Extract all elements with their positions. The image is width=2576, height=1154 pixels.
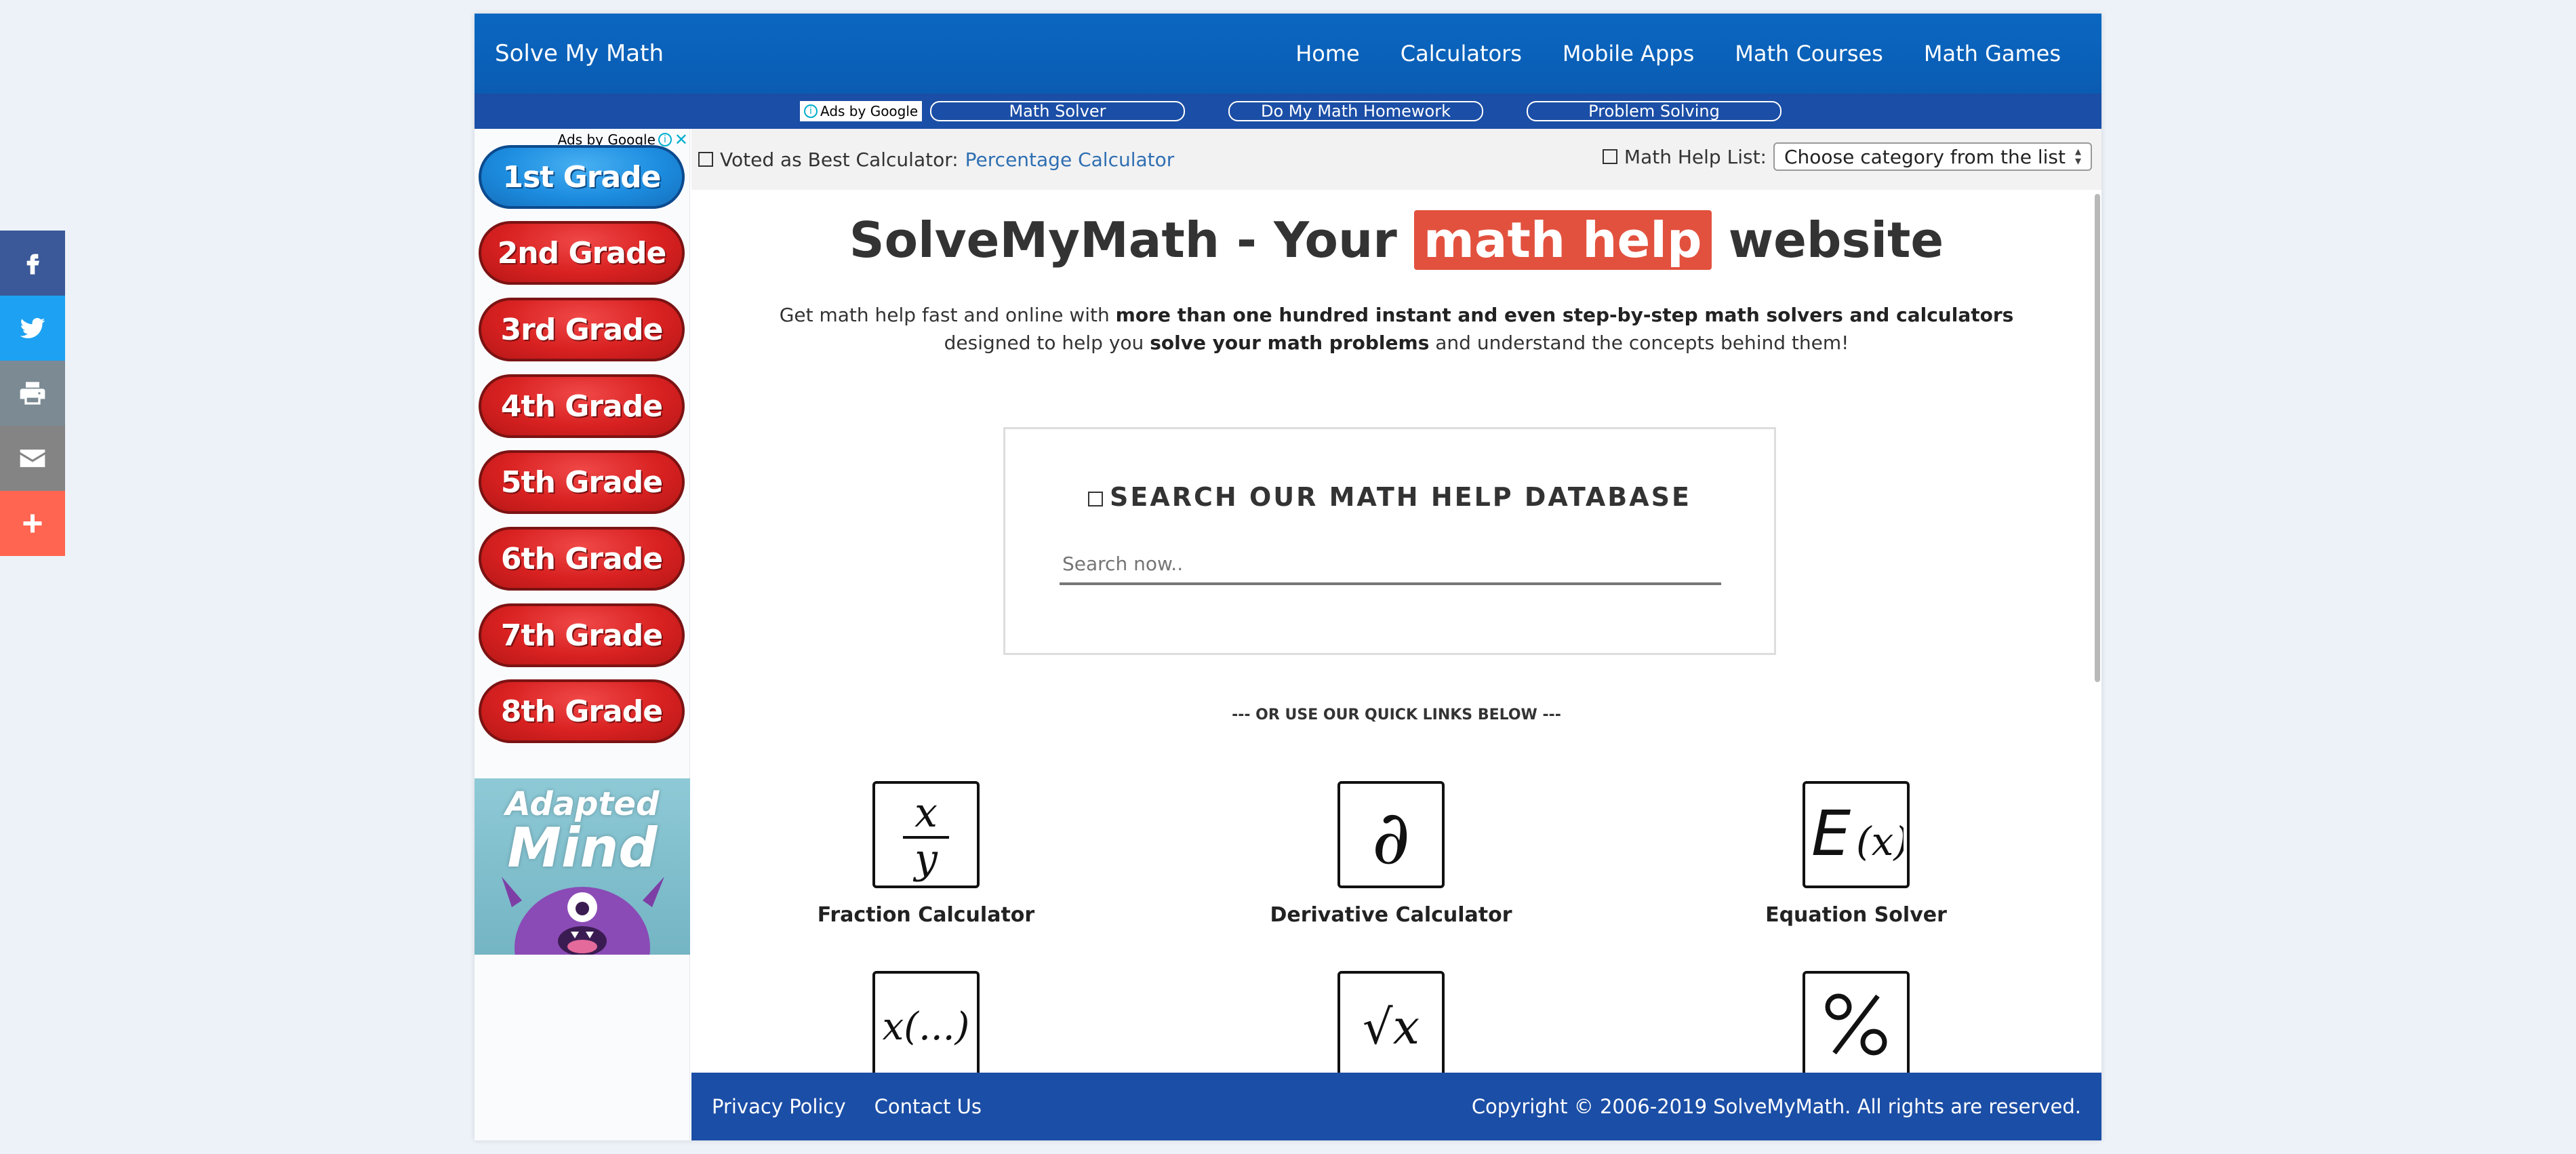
page-title: SolveMyMath - Your math help website (691, 210, 2101, 270)
main-content: Voted as Best Calculator: Percentage Cal… (691, 129, 2101, 1086)
twitter-share-button[interactable] (0, 296, 65, 361)
grade-button-8[interactable]: 8th Grade (479, 679, 685, 743)
ads-by-google-badge[interactable]: i Ads by Google (800, 101, 923, 121)
function-icon[interactable]: x(...) (872, 971, 980, 1078)
ad-link-bar: i Ads by Google Math Solver Do My Math H… (475, 94, 2101, 129)
search-title-icon (1088, 491, 1104, 506)
nav-math-games[interactable]: Math Games (1904, 41, 2081, 66)
math-help-list: Math Help List: Choose category from the… (1602, 142, 2092, 171)
contact-us-link[interactable]: Contact Us (874, 1095, 982, 1118)
ad-link-math-solver[interactable]: Math Solver (930, 101, 1185, 121)
percentage-calculator-link[interactable]: Percentage Calculator (965, 148, 1175, 171)
ad-link-problem-solving[interactable]: Problem Solving (1527, 101, 1782, 121)
main-menu: Home Calculators Mobile Apps Math Course… (1275, 41, 2081, 66)
grade-button-7[interactable]: 7th Grade (479, 603, 685, 667)
tile-equation-solver[interactable]: E(x) Equation Solver (1720, 781, 1992, 927)
svg-text:y: y (912, 835, 938, 882)
grade-button-3[interactable]: 3rd Grade (479, 298, 685, 361)
grade-button-6[interactable]: 6th Grade (479, 527, 685, 591)
twitter-icon (20, 318, 45, 338)
title-after: website (1711, 212, 1944, 268)
tile-percent[interactable] (1720, 971, 1992, 1086)
calculator-icon (698, 152, 713, 167)
title-highlight: math help (1413, 210, 1712, 270)
more-share-button[interactable] (0, 491, 65, 556)
ad-link-do-my-math-homework[interactable]: Do My Math Homework (1228, 101, 1483, 121)
square-root-icon[interactable]: √x (1337, 971, 1445, 1078)
social-share-bar (0, 231, 65, 556)
svg-text:(x): (x) (1856, 818, 1904, 864)
facebook-share-button[interactable] (0, 231, 65, 296)
quick-links-heading: --- OR USE OUR QUICK LINKS BELOW --- (1232, 707, 1561, 723)
nav-home[interactable]: Home (1275, 41, 1380, 66)
search-input[interactable] (1060, 544, 1721, 585)
close-icon[interactable]: ✕ (675, 130, 688, 149)
title-before: SolveMyMath - Your (849, 212, 1414, 268)
print-share-button[interactable] (0, 361, 65, 426)
category-select[interactable]: Choose category from the list ▴ ▾ (1773, 142, 2092, 171)
select-arrows-icon: ▴ ▾ (2074, 144, 2081, 168)
left-advertisement: Ads by Google i ✕ 1st Grade 2nd Grade 3r… (475, 129, 690, 1140)
tile-label[interactable]: Derivative Calculator (1255, 903, 1527, 927)
nav-mobile-apps[interactable]: Mobile Apps (1542, 41, 1714, 66)
adapted-mind-line2: Mind (507, 816, 658, 879)
top-navbar: Solve My Math Home Calculators Mobile Ap… (475, 14, 2101, 94)
tile-fraction-calculator[interactable]: xy Fraction Calculator (790, 781, 1062, 927)
privacy-policy-link[interactable]: Privacy Policy (712, 1095, 846, 1118)
intro-text: Get math help fast and online with more … (773, 301, 2020, 357)
copyright-text: Copyright © 2006-2019 SolveMyMath. All r… (1471, 1095, 2081, 1118)
voted-bar: Voted as Best Calculator: Percentage Cal… (691, 129, 2101, 190)
svg-text:E: E (1811, 797, 1851, 870)
footer: Privacy Policy Contact Us Copyright © 20… (691, 1073, 2101, 1140)
site-brand[interactable]: Solve My Math (495, 40, 664, 67)
tile-square-root[interactable]: √x (1255, 971, 1527, 1086)
fraction-icon[interactable]: xy (872, 781, 980, 888)
svg-text:x: x (914, 789, 938, 837)
monster-mascot-icon (502, 877, 664, 955)
grade-button-2[interactable]: 2nd Grade (479, 221, 685, 285)
svg-text:√x: √x (1363, 999, 1420, 1055)
tile-label[interactable]: Equation Solver (1720, 903, 1992, 927)
svg-text:∂: ∂ (1372, 794, 1411, 881)
ads-by-google-label: Ads by Google (820, 103, 919, 119)
tile-derivative-calculator[interactable]: ∂ Derivative Calculator (1255, 781, 1527, 927)
equation-icon[interactable]: E(x) (1803, 781, 1910, 888)
percent-icon[interactable] (1803, 971, 1910, 1078)
help-list-label: Math Help List: (1624, 145, 1767, 168)
info-icon: i (658, 133, 672, 146)
intro-part-3: and understand the concepts behind them! (1429, 332, 1849, 354)
intro-part-2: designed to help you (944, 332, 1150, 354)
search-title-text: SEARCH OUR MATH HELP DATABASE (1110, 482, 1691, 512)
tile-label[interactable]: Fraction Calculator (790, 903, 1062, 927)
grade-button-4[interactable]: 4th Grade (479, 374, 685, 438)
nav-calculators[interactable]: Calculators (1380, 41, 1542, 66)
content-scrollbar[interactable] (2092, 190, 2101, 1086)
partial-derivative-icon[interactable]: ∂ (1337, 781, 1445, 888)
category-select-value: Choose category from the list (1784, 145, 2066, 168)
search-box: SEARCH OUR MATH HELP DATABASE (1003, 427, 1776, 655)
voted-label: Voted as Best Calculator: (720, 148, 959, 171)
svg-text:x(...): x(...) (883, 1005, 970, 1049)
nav-math-courses[interactable]: Math Courses (1714, 41, 1904, 66)
tile-function[interactable]: x(...) (790, 971, 1062, 1086)
email-icon (20, 450, 45, 467)
adapted-mind-banner[interactable]: Adapted Mind (475, 778, 690, 955)
email-share-button[interactable] (0, 426, 65, 491)
grade-button-5[interactable]: 5th Grade (479, 450, 685, 514)
info-icon: i (804, 104, 818, 118)
plus-icon (23, 514, 42, 533)
intro-bold-2: solve your math problems (1150, 332, 1430, 354)
facebook-icon (26, 254, 39, 275)
grade-button-1[interactable]: 1st Grade (479, 145, 685, 209)
print-icon (20, 382, 45, 405)
search-title: SEARCH OUR MATH HELP DATABASE (1005, 482, 1774, 512)
intro-part-1: Get math help fast and online with (779, 304, 1116, 326)
page-container: Solve My Math Home Calculators Mobile Ap… (475, 14, 2101, 1140)
list-icon (1602, 149, 1617, 164)
scrollbar-thumb[interactable] (2095, 194, 2100, 682)
intro-bold-1: more than one hundred instant and even s… (1115, 304, 2014, 326)
